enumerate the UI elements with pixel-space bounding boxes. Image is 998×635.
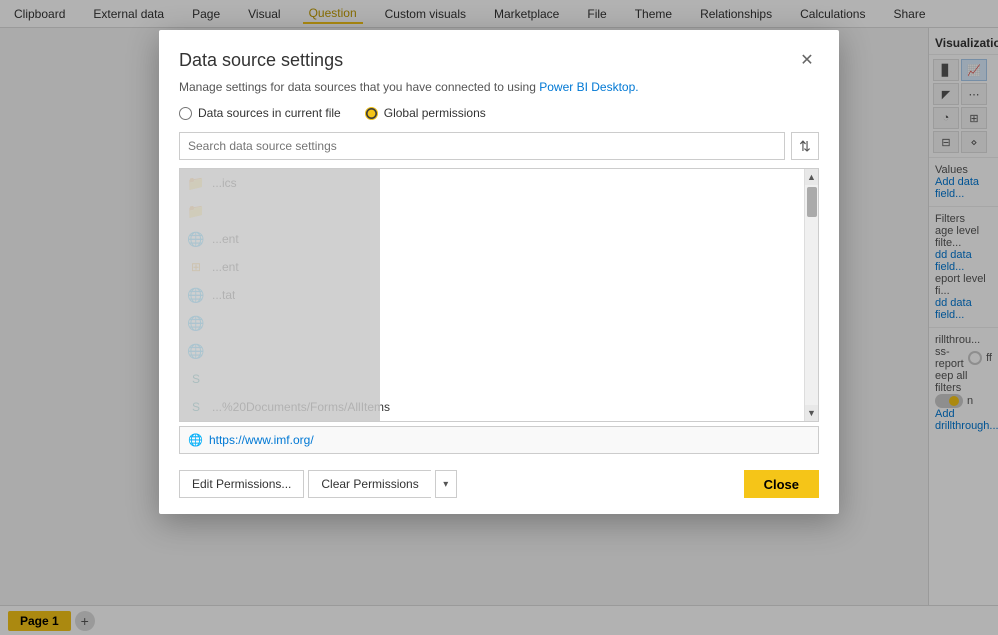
modal-subtitle: Manage settings for data sources that yo… [159,80,839,106]
modal-header: Data source settings ✕ [159,30,839,80]
list-item[interactable]: 🌐 [180,337,804,365]
item-text: ...ics [212,176,237,190]
sharepoint-icon: S [188,399,204,415]
scrollbar-thumb[interactable] [807,187,817,217]
list-item[interactable]: 🌐 ...tat [180,281,804,309]
folder-icon: 📁 [188,175,204,191]
sharepoint-icon: S [188,371,204,387]
list-item[interactable]: ⊞ ...ent [180,253,804,281]
list-item[interactable]: 🌐 ...ent [180,225,804,253]
radio-row: Data sources in current file Global perm… [159,106,839,132]
radio-current-file[interactable]: Data sources in current file [179,106,341,120]
radio-current-file-input[interactable] [179,107,192,120]
modal-close-button[interactable]: ✕ [795,48,819,72]
folder-icon: 📁 [188,203,204,219]
item-text: ...%20Documents/Forms/AllItems [212,400,390,414]
search-row: ⇅ [159,132,839,168]
dropdown-chevron-icon: ▾ [443,479,448,490]
table-icon: ⊞ [188,259,204,275]
edit-permissions-button[interactable]: Edit Permissions... [179,470,304,498]
sort-button[interactable]: ⇅ [791,132,819,160]
item-text: ...ent [212,232,239,246]
list-item[interactable]: 📁 ...ics [180,169,804,197]
clear-permissions-dropdown-button[interactable]: ▾ [435,470,457,498]
item-text: ...tat [212,288,235,302]
globe-icon: 🌐 [188,343,204,359]
power-bi-link[interactable]: Power BI Desktop. [539,80,638,94]
globe-icon: 🌐 [188,315,204,331]
search-input[interactable] [179,132,785,160]
radio-current-file-label: Data sources in current file [198,106,341,120]
scrollbar[interactable]: ▲ ▼ [804,169,818,421]
data-source-settings-modal: Data source settings ✕ Manage settings f… [159,30,839,514]
radio-global-label: Global permissions [384,106,486,120]
scrollbar-up-button[interactable]: ▲ [805,169,818,185]
datasource-list-container: 📁 ...ics 📁 🌐 ...ent ⊞ ...ent 🌐 .. [179,168,819,422]
selected-url-bar: 🌐 https://www.imf.org/ [179,426,819,454]
url-globe-icon: 🌐 [188,433,203,447]
radio-global[interactable]: Global permissions [365,106,486,120]
list-item[interactable]: S [180,365,804,393]
list-item[interactable]: 🌐 [180,309,804,337]
item-text: ...ent [212,260,239,274]
globe-icon: 🌐 [188,287,204,303]
close-button[interactable]: Close [744,470,819,498]
list-item[interactable]: 📁 [180,197,804,225]
modal-overlay[interactable]: Data source settings ✕ Manage settings f… [0,0,998,635]
list-item[interactable]: S ...%20Documents/Forms/AllItems [180,393,804,421]
globe-icon: 🌐 [188,231,204,247]
selected-url-text: https://www.imf.org/ [209,433,314,447]
scrollbar-down-button[interactable]: ▼ [805,405,818,421]
clear-permissions-button[interactable]: Clear Permissions [308,470,430,498]
datasource-list[interactable]: 📁 ...ics 📁 🌐 ...ent ⊞ ...ent 🌐 .. [180,169,804,421]
sort-icon: ⇅ [799,138,811,155]
buttons-row: Edit Permissions... Clear Permissions ▾ … [159,462,839,514]
radio-global-input[interactable] [365,107,378,120]
modal-title: Data source settings [179,50,343,71]
